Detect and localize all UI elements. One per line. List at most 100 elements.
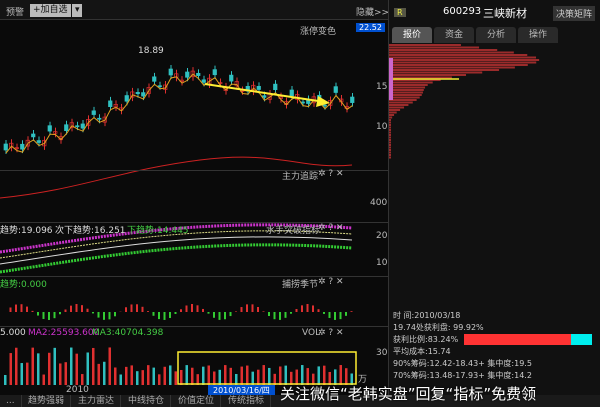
volume-bar: [53, 347, 56, 385]
tab-quote[interactable]: 报价: [392, 27, 432, 43]
candle: [47, 125, 52, 132]
volume-bar: [108, 347, 111, 385]
indicator-bar: [345, 312, 347, 316]
volume-bar: [92, 347, 95, 385]
chip-bar: [389, 84, 428, 86]
indicator-bar: [246, 304, 248, 312]
chip-bar: [389, 94, 422, 96]
indicator-bar: [279, 312, 281, 320]
chip-bar: [389, 134, 391, 136]
chip-bar: [389, 156, 391, 159]
tab-trend-strength[interactable]: 趋势强弱: [22, 395, 72, 407]
tab-value[interactable]: 价值定位: [172, 395, 222, 407]
indicator-bar: [42, 312, 45, 319]
candle: [168, 68, 173, 76]
stock-name: 三峡新材: [483, 7, 527, 20]
candle: [157, 85, 162, 88]
candle: [185, 71, 190, 78]
tab-more[interactable]: ...: [0, 395, 22, 407]
indicator-bar: [224, 312, 226, 320]
candle: [289, 89, 294, 97]
indicator-bar: [235, 311, 237, 312]
chip-bar: [389, 86, 426, 89]
volume-bar: [262, 365, 265, 385]
tab-operation[interactable]: 操作: [518, 27, 558, 43]
stock-code: 600293: [443, 6, 482, 17]
chip-bar: [389, 44, 461, 46]
dropdown-button[interactable]: ▾: [72, 4, 82, 17]
indicator-bar: [92, 312, 94, 314]
chip-bar: [389, 69, 500, 71]
volume-bar: [141, 370, 144, 385]
stock-chart[interactable]: [0, 20, 388, 395]
high-price-label: 18.89: [138, 46, 164, 56]
indicator-bar: [15, 304, 17, 312]
chip-bar: [389, 151, 391, 154]
chip-bar: [389, 116, 393, 119]
chip-bar: [389, 56, 537, 59]
panel-title: 捕捞季节: [282, 280, 319, 290]
panel-title: 水手突破指标: [266, 226, 321, 236]
candle: [75, 125, 80, 128]
candle: [124, 95, 129, 102]
indicator-bar: [350, 311, 353, 312]
indicator-bar: [20, 304, 23, 312]
trend-line: [0, 236, 353, 265]
indicator-bar: [180, 309, 182, 312]
volume-bar: [48, 352, 51, 385]
candle: [350, 96, 355, 103]
volume-bar: [70, 347, 73, 385]
chip-bar: [389, 111, 397, 114]
volume-bar: [339, 365, 342, 385]
candle: [20, 143, 25, 150]
tab-analysis[interactable]: 分析: [476, 27, 516, 43]
chip-bar: [389, 129, 391, 131]
volume-bar: [246, 365, 249, 385]
candle: [196, 72, 201, 76]
chip-bar: [389, 81, 433, 84]
volume-bar: [103, 361, 106, 385]
indicator-bar: [37, 312, 39, 316]
chip-bar: [389, 71, 483, 74]
add-watchlist-button[interactable]: +加自选: [30, 4, 71, 17]
indicator-bar: [169, 312, 171, 319]
gear-icon[interactable]: ✲ ? ✕: [318, 277, 344, 287]
gear-icon[interactable]: ✲ ? ✕: [318, 223, 344, 233]
indicator-bar: [81, 305, 83, 312]
indicator-bar: [48, 312, 50, 320]
indicator-bar: [125, 307, 127, 312]
chip-distribution: [389, 44, 540, 159]
indicator-bar: [97, 312, 100, 318]
axis-label: 10: [376, 122, 388, 132]
indicator-bar: [306, 304, 309, 312]
candle: [64, 124, 69, 131]
chip-bar: [389, 109, 401, 111]
tab-funds[interactable]: 资金: [434, 27, 474, 43]
tab-main-radar[interactable]: 主力雷达: [72, 395, 122, 407]
axis-label: 400: [370, 198, 388, 208]
indicator-bar: [295, 309, 298, 312]
chip-bar: [389, 51, 514, 54]
candle: [3, 143, 8, 151]
badge: R: [394, 8, 406, 17]
chip-bar: [389, 59, 540, 61]
tab-traditional[interactable]: 传统指标: [222, 395, 272, 407]
tab-mid-position[interactable]: 中线持仓: [122, 395, 172, 407]
alert-button[interactable]: 预警: [6, 5, 24, 18]
volume-bar: [136, 371, 139, 385]
decision-matrix-button[interactable]: 决策矩阵: [553, 6, 596, 21]
indicator-bar: [273, 312, 276, 320]
candle: [333, 86, 338, 93]
chip-bar: [389, 154, 391, 156]
volume-bar: [26, 362, 29, 385]
chip-bar: [389, 89, 424, 91]
chip-bar: [389, 149, 391, 151]
profit-ratio-bar: [464, 334, 592, 345]
gear-icon[interactable]: ✲ ? ✕: [318, 169, 344, 179]
gear-icon[interactable]: ✲ ? ✕: [318, 328, 344, 338]
chip-bar: [389, 126, 391, 129]
volume-bar: [224, 365, 227, 385]
hide-button[interactable]: 隐藏>>: [356, 5, 389, 18]
panel-title: 主力追踪: [282, 172, 319, 182]
volume-bar: [59, 363, 62, 385]
